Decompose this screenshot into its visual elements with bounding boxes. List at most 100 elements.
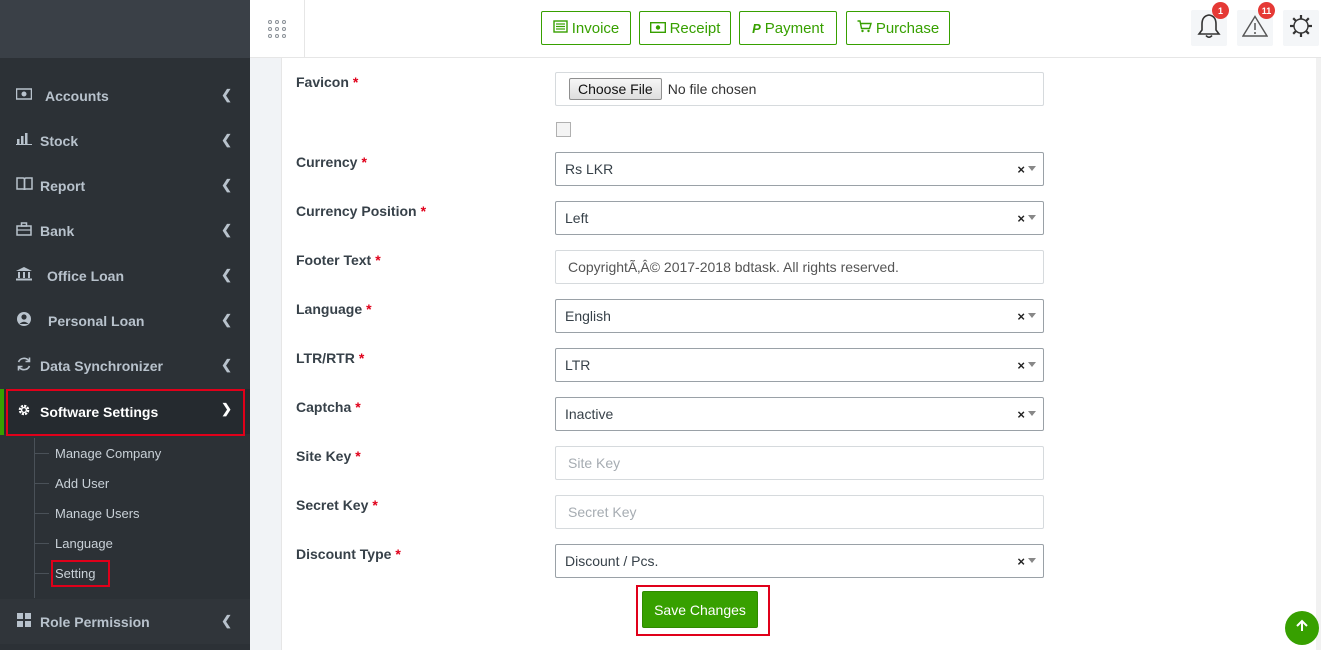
highlight-box: [6, 389, 245, 436]
sidebar-item-personal-loan[interactable]: Personal Loan ❮: [0, 298, 250, 343]
no-file-text: No file chosen: [667, 81, 757, 97]
language-select[interactable]: English ×: [555, 299, 1044, 333]
submenu-manage-company[interactable]: Manage Company: [55, 445, 161, 462]
chevron-left-icon: ❮: [221, 312, 232, 327]
secret-key-placeholder: Secret Key: [568, 504, 637, 520]
chevron-left-icon: ❮: [221, 132, 232, 147]
sidebar-item-label: Stock: [40, 132, 79, 149]
sidebar-item-accounts[interactable]: Accounts ❮: [0, 73, 250, 118]
captcha-value: Inactive: [565, 406, 614, 422]
submenu-line: [34, 438, 35, 598]
discount-type-label: Discount Type *: [296, 546, 401, 562]
apps-grid-button[interactable]: [250, 0, 305, 58]
purchase-label: Purchase: [875, 19, 940, 37]
sidebar-item-bank[interactable]: Bank ❮: [0, 208, 250, 253]
sidebar-item-report[interactable]: Report ❮: [0, 163, 250, 208]
currency-select[interactable]: Rs LKR ×: [555, 152, 1044, 186]
chevron-left-icon: ❮: [221, 222, 232, 237]
sidebar-item-role-permission[interactable]: Role Permission ❮: [0, 599, 250, 644]
currency-position-label: Currency Position *: [296, 203, 427, 219]
money-icon: [14, 87, 34, 104]
dropdown-arrow-icon: [1028, 313, 1036, 318]
footer-text-input[interactable]: CopyrightÃ‚Â© 2017-2018 bdtask. All righ…: [555, 250, 1044, 284]
payment-button[interactable]: P Payment: [739, 11, 837, 45]
clear-icon[interactable]: ×: [1017, 211, 1025, 226]
discount-type-select[interactable]: Discount / Pcs. ×: [555, 544, 1044, 578]
sidebar-item-label: Data Synchronizer: [40, 357, 163, 374]
sidebar-item-office-loan[interactable]: Office Loan ❮: [0, 253, 250, 298]
captcha-select[interactable]: Inactive ×: [555, 397, 1044, 431]
site-key-label: Site Key *: [296, 448, 361, 464]
sidebar-item-label: Office Loan: [47, 267, 125, 284]
chevron-left-icon: ❮: [221, 613, 232, 628]
choose-file-button[interactable]: Choose File: [569, 78, 662, 100]
dropdown-arrow-icon: [1028, 362, 1036, 367]
secret-key-label: Secret Key *: [296, 497, 378, 513]
ltr-rtr-select[interactable]: LTR ×: [555, 348, 1044, 382]
sidebar-item-data-synchronizer[interactable]: Data Synchronizer ❮: [0, 343, 250, 388]
clear-icon[interactable]: ×: [1017, 358, 1025, 373]
submenu-add-user[interactable]: Add User: [55, 475, 109, 492]
chevron-left-icon: ❮: [221, 267, 232, 282]
favicon-preview-image: [556, 122, 571, 137]
notifications-button[interactable]: 1: [1191, 2, 1229, 46]
clear-icon[interactable]: ×: [1017, 554, 1025, 569]
site-key-input[interactable]: Site Key: [555, 446, 1044, 480]
sidebar-item-stock[interactable]: Stock ❮: [0, 118, 250, 163]
purchase-button[interactable]: Purchase: [846, 11, 950, 45]
sync-icon: [14, 356, 34, 376]
sidebar-item-label: Role Permission: [40, 613, 150, 630]
clear-icon[interactable]: ×: [1017, 309, 1025, 324]
dropdown-arrow-icon: [1028, 166, 1036, 171]
submenu-tick: [35, 453, 49, 454]
invoice-label: Invoice: [571, 19, 620, 37]
submenu-manage-users[interactable]: Manage Users: [55, 505, 140, 522]
highlight-box: [51, 560, 110, 587]
favicon-file-input[interactable]: Choose File No file chosen: [555, 72, 1044, 106]
settings-button[interactable]: [1283, 10, 1319, 46]
dropdown-arrow-icon: [1028, 215, 1036, 220]
invoice-icon: [553, 20, 568, 36]
secret-key-input[interactable]: Secret Key: [555, 495, 1044, 529]
briefcase-icon: [14, 221, 34, 240]
submenu-tick: [35, 513, 49, 514]
ltr-rtr-value: LTR: [565, 357, 591, 373]
chevron-left-icon: ❮: [221, 357, 232, 372]
book-icon: [14, 176, 34, 195]
money-icon: [649, 21, 666, 36]
currency-position-value: Left: [565, 210, 589, 226]
invoice-button[interactable]: Invoice: [541, 11, 631, 45]
submenu-tick: [35, 543, 49, 544]
arrow-up-icon: [1295, 619, 1309, 638]
alerts-button[interactable]: 11: [1237, 2, 1275, 46]
submenu-tick: [35, 573, 49, 574]
clear-icon[interactable]: ×: [1017, 162, 1025, 177]
submenu-language[interactable]: Language: [55, 535, 113, 552]
receipt-button[interactable]: Receipt: [639, 11, 731, 45]
site-key-placeholder: Site Key: [568, 455, 621, 471]
notification-badge: 1: [1212, 2, 1229, 19]
language-value: English: [565, 308, 611, 324]
payment-label: Payment: [764, 19, 824, 37]
chevron-left-icon: ❮: [221, 87, 232, 102]
gear-icon: [1289, 14, 1313, 43]
sidebar-item-label: Report: [40, 177, 86, 194]
cart-icon: [857, 20, 872, 36]
favicon-label: Favicon *: [296, 74, 359, 90]
lock-icon: [14, 612, 34, 632]
save-changes-button[interactable]: Save Changes: [642, 591, 758, 628]
footer-text-value: CopyrightÃ‚Â© 2017-2018 bdtask. All righ…: [568, 259, 899, 275]
chevron-left-icon: ❮: [221, 177, 232, 192]
alert-badge: 11: [1258, 2, 1275, 19]
sidebar-item-label: Personal Loan: [48, 312, 145, 329]
scrollbar[interactable]: [1316, 58, 1321, 650]
ltr-rtr-label: LTR/RTR *: [296, 350, 365, 366]
clear-icon[interactable]: ×: [1017, 407, 1025, 422]
currency-position-select[interactable]: Left ×: [555, 201, 1044, 235]
discount-type-value: Discount / Pcs.: [565, 553, 659, 569]
sidebar-logo-area: [0, 0, 250, 58]
bank-icon: [14, 266, 34, 285]
language-label: Language *: [296, 301, 372, 317]
scroll-to-top-button[interactable]: [1285, 611, 1319, 645]
currency-label: Currency *: [296, 154, 367, 170]
